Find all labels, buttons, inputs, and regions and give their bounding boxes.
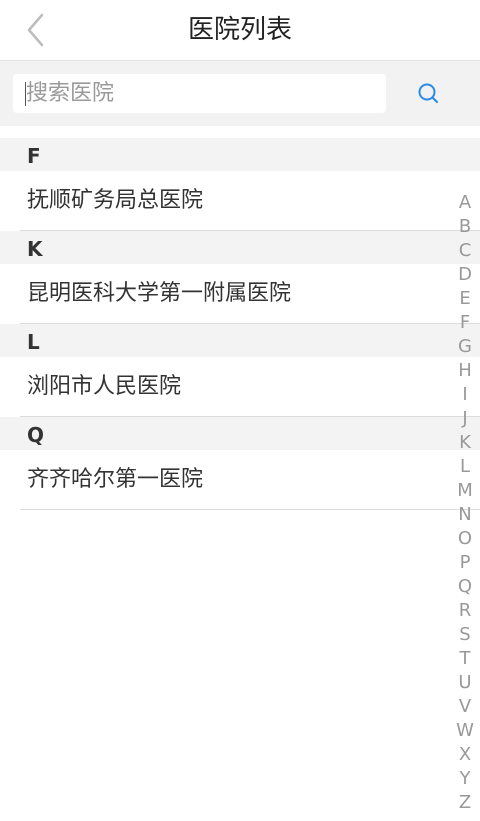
index-letter-h[interactable]: H	[452, 359, 478, 383]
index-letter-c[interactable]: C	[452, 239, 478, 263]
index-letter-e[interactable]: E	[452, 287, 478, 311]
hospital-name: 抚顺矿务局总医院	[27, 188, 204, 213]
search-bar	[0, 61, 480, 126]
hospital-name: 昆明医科大学第一附属医院	[27, 281, 292, 306]
row-divider	[20, 509, 480, 510]
index-letter-y[interactable]: Y	[452, 767, 478, 791]
index-letter-m[interactable]: M	[452, 479, 478, 503]
index-letter-q[interactable]: Q	[452, 575, 478, 599]
page-title: 医院列表	[187, 15, 292, 45]
index-letter-v[interactable]: V	[452, 695, 478, 719]
section-header: F	[0, 138, 480, 171]
search-box	[13, 74, 386, 113]
hospital-list-item[interactable]: 昆明医科大学第一附属医院	[0, 264, 480, 324]
index-letter-l[interactable]: L	[452, 455, 478, 479]
index-letter-b[interactable]: B	[452, 215, 478, 239]
text-cursor	[25, 82, 26, 106]
index-letter-n[interactable]: N	[452, 503, 478, 527]
section-header: K	[0, 231, 480, 264]
hospital-list: F 抚顺矿务局总医院 K 昆明医科大学第一附属医院 L 浏阳市人民医院 Q 齐齐…	[0, 138, 480, 510]
index-letter-d[interactable]: D	[452, 263, 478, 287]
index-letter-a[interactable]: A	[452, 191, 478, 215]
hospital-name: 浏阳市人民医院	[27, 374, 182, 399]
hospital-list-item[interactable]: 齐齐哈尔第一医院	[0, 450, 480, 510]
row-divider	[20, 230, 480, 231]
index-letter-j[interactable]: J	[452, 407, 478, 431]
index-letter-k[interactable]: K	[452, 431, 478, 455]
index-letter-w[interactable]: W	[452, 719, 478, 743]
hospital-name: 齐齐哈尔第一医院	[27, 467, 204, 492]
hospital-list-item[interactable]: 浏阳市人民医院	[0, 357, 480, 417]
index-letter-i[interactable]: I	[452, 383, 478, 407]
index-letter-z[interactable]: Z	[452, 791, 478, 815]
index-letter-g[interactable]: G	[452, 335, 478, 359]
hospital-list-item[interactable]: 抚顺矿务局总医院	[0, 171, 480, 231]
index-letter-p[interactable]: P	[452, 551, 478, 575]
index-letter-r[interactable]: R	[452, 599, 478, 623]
search-icon	[418, 83, 438, 103]
index-letter-t[interactable]: T	[452, 647, 478, 671]
row-divider	[20, 323, 480, 324]
section-header: Q	[0, 417, 480, 450]
index-letter-x[interactable]: X	[452, 743, 478, 767]
top-nav-bar: 医院列表	[0, 0, 480, 61]
alphabet-index-bar[interactable]: A B C D E F G H I J K L M N O P Q R S T …	[452, 191, 478, 815]
index-letter-o[interactable]: O	[452, 527, 478, 551]
search-input[interactable]	[13, 74, 386, 113]
index-letter-f[interactable]: F	[452, 311, 478, 335]
row-divider	[20, 416, 480, 417]
index-letter-u[interactable]: U	[452, 671, 478, 695]
search-button[interactable]	[410, 79, 446, 109]
section-header: L	[0, 324, 480, 357]
index-letter-s[interactable]: S	[452, 623, 478, 647]
